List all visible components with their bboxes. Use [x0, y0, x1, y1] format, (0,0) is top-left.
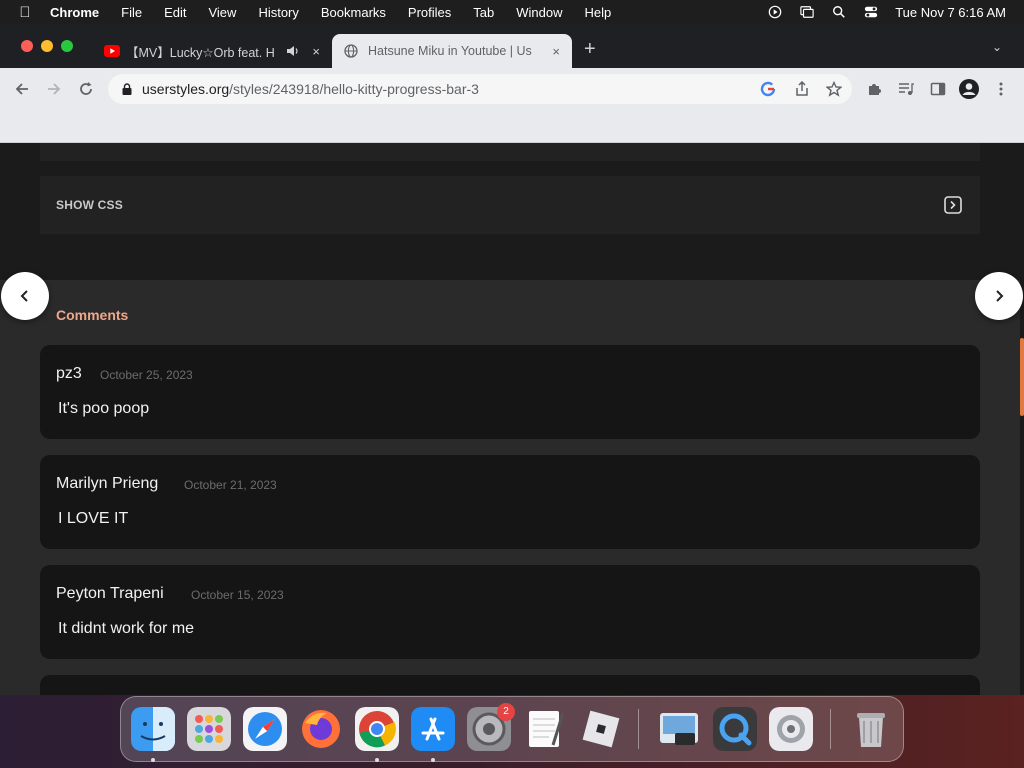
macos-dock: 2 [120, 696, 904, 762]
menu-view[interactable]: View [208, 5, 247, 20]
quicktime-player-icon[interactable] [713, 707, 757, 751]
chevron-right-icon [996, 290, 1004, 302]
roblox-icon[interactable] [579, 707, 623, 751]
menu-window[interactable]: Window [516, 5, 573, 20]
safari-icon[interactable] [243, 707, 287, 751]
show-css-panel[interactable]: SHOW CSS [40, 176, 980, 234]
comment-card-partial [40, 675, 980, 695]
tab-userstyles-active[interactable]: Hatsune Miku in Youtube | Us × [332, 34, 572, 68]
tab-close-button[interactable]: × [552, 44, 560, 59]
bookmark-star-icon[interactable] [826, 81, 842, 97]
comment-date: October 15, 2023 [191, 588, 284, 602]
comment-body: It didnt work for me [58, 620, 195, 637]
lock-icon[interactable] [122, 83, 132, 95]
bookmarks-bar [0, 110, 1024, 143]
trash-icon[interactable] [849, 707, 893, 751]
running-indicator [151, 758, 155, 762]
media-control-icon[interactable] [898, 81, 914, 97]
comment-body: I LOVE IT [58, 510, 129, 527]
tab-youtube-mv[interactable]: 【MV】Lucky☆Orb feat. H × [96, 34, 332, 68]
tab-close-button[interactable]: × [312, 44, 320, 59]
comment-date: October 25, 2023 [100, 368, 193, 382]
comments-heading: Comments [56, 307, 129, 323]
menu-history[interactable]: History [258, 5, 309, 20]
tab-title: 【MV】Lucky☆Orb feat. H [126, 45, 275, 60]
browser-toolbar: userstyles.org/styles/243918/hello-kitty… [0, 68, 1024, 110]
reload-icon[interactable] [78, 81, 94, 97]
screen-mirroring-icon[interactable] [799, 5, 815, 19]
address-bar[interactable]: userstyles.org/styles/243918/hello-kitty… [108, 74, 852, 104]
dock-separator [830, 709, 831, 749]
menu-clock[interactable]: Tue Nov 7 6:16 AM [895, 5, 1006, 20]
youtube-icon [104, 45, 120, 57]
menu-profiles[interactable]: Profiles [408, 5, 462, 20]
url-path: /styles/243918/hello-kitty-progress-bar-… [229, 81, 479, 97]
spotlight-search-icon[interactable] [831, 5, 847, 19]
notification-badge: 2 [497, 703, 515, 721]
globe-icon [344, 44, 358, 58]
google-lens-icon[interactable] [760, 81, 776, 97]
new-tab-button[interactable]: + [584, 38, 596, 61]
tab-strip: 【MV】Lucky☆Orb feat. H × Hatsune Miku in … [0, 24, 1024, 68]
comment-author[interactable]: Peyton Trapeni [56, 585, 164, 603]
comment-card: pz3 October 25, 2023 It's poo poop [40, 345, 980, 439]
chevron-left-icon [20, 290, 28, 302]
share-icon[interactable] [794, 81, 810, 97]
dock-separator [638, 709, 639, 749]
macos-menu-bar:  Chrome File Edit View History Bookmark… [0, 0, 1024, 24]
menu-tab[interactable]: Tab [473, 5, 505, 20]
tab-title: Hatsune Miku in Youtube | Us [368, 44, 532, 58]
carousel-next-button[interactable] [975, 272, 1023, 320]
carousel-prev-button[interactable] [1, 272, 49, 320]
previous-section-edge [40, 143, 980, 161]
expand-code-icon[interactable] [944, 196, 962, 214]
speaker-icon[interactable] [286, 45, 300, 57]
textedit-icon[interactable] [523, 707, 567, 751]
menu-bookmarks[interactable]: Bookmarks [321, 5, 397, 20]
comment-body: It's poo poop [58, 400, 150, 417]
show-css-label: SHOW CSS [56, 198, 123, 212]
menu-help[interactable]: Help [585, 5, 623, 20]
comment-author[interactable]: pz3 [56, 365, 82, 383]
page-viewport: SHOW CSS Comments pz3 October 25, 2023 I… [0, 143, 1024, 695]
apple-menu-icon[interactable]:  [0, 4, 50, 21]
tab-search-chevron-icon[interactable]: ⌄ [992, 40, 1002, 54]
profile-avatar-icon[interactable] [958, 78, 980, 100]
menu-file[interactable]: File [121, 5, 153, 20]
chrome-icon[interactable] [355, 707, 399, 751]
comment-author[interactable]: Marilyn Prieng [56, 475, 158, 493]
launchpad-icon[interactable] [187, 707, 231, 751]
page-scrollbar-thumb[interactable] [1020, 338, 1024, 416]
menu-app-name[interactable]: Chrome [50, 5, 110, 20]
comments-section: Comments pz3 October 25, 2023 It's poo p… [0, 280, 1020, 695]
comment-card: Marilyn Prieng October 21, 2023 I LOVE I… [40, 455, 980, 549]
close-window-button[interactable] [21, 40, 33, 52]
url-host: userstyles.org [142, 81, 230, 97]
minimize-window-button[interactable] [41, 40, 53, 52]
settings-gear-icon[interactable] [769, 707, 813, 751]
running-indicator [431, 758, 435, 762]
back-arrow-icon[interactable] [14, 81, 30, 97]
control-center-icon[interactable] [863, 5, 879, 19]
preview-icon[interactable] [657, 707, 701, 751]
app-store-icon[interactable] [411, 707, 455, 751]
comment-date: October 21, 2023 [184, 478, 277, 492]
extensions-puzzle-icon[interactable] [866, 81, 882, 97]
firefox-icon[interactable] [299, 707, 343, 751]
menu-edit[interactable]: Edit [164, 5, 197, 20]
zoom-window-button[interactable] [61, 40, 73, 52]
comment-card: Peyton Trapeni October 15, 2023 It didnt… [40, 565, 980, 659]
more-menu-icon[interactable] [996, 81, 1006, 97]
forward-arrow-icon[interactable] [46, 81, 62, 97]
side-panel-icon[interactable] [930, 81, 946, 97]
play-circle-icon[interactable] [767, 5, 783, 19]
finder-icon[interactable] [131, 707, 175, 751]
running-indicator [375, 758, 379, 762]
